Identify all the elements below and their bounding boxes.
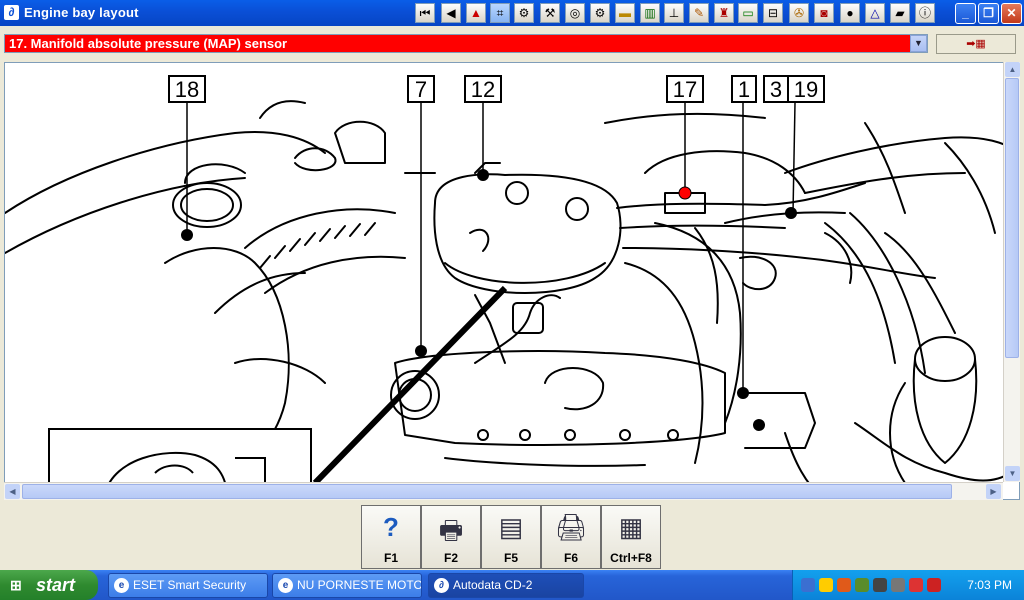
f5-document-button[interactable]: ▤ F5 (481, 505, 541, 569)
strut-line (312, 285, 508, 486)
f5-label: F5 (503, 551, 518, 565)
save-icon[interactable]: ▥ (640, 3, 660, 23)
ctrl-f8-label: Ctrl+F8 (610, 551, 652, 565)
callout-19[interactable]: 19 (794, 77, 818, 102)
task-label: Autodata CD-2 (453, 578, 533, 592)
antivirus-icon[interactable] (927, 578, 941, 592)
callout-1[interactable]: 1 (738, 77, 750, 102)
warning-icon[interactable]: ▲ (466, 3, 486, 23)
map-sensor-highlight-dot (678, 186, 692, 200)
taskbar: ⊞ start e ESET Smart Security e NU PORNE… (0, 570, 1024, 600)
callout-18[interactable]: 18 (175, 77, 199, 102)
maximize-button[interactable]: ❐ (978, 3, 999, 24)
browser-icon: e (278, 578, 293, 593)
firefox-icon[interactable] (837, 578, 851, 592)
security-alert-icon[interactable] (909, 578, 923, 592)
start-button[interactable]: ⊞ start (0, 570, 98, 600)
task-label: ESET Smart Security (133, 578, 247, 592)
callout-dot-19 (753, 419, 765, 431)
wrench-icon[interactable]: ⚒ (540, 3, 560, 23)
callout-3[interactable]: 3 (770, 77, 782, 102)
scroll-up-icon[interactable]: ▲ (1005, 62, 1020, 77)
sensor-icon[interactable]: ◙ (814, 3, 834, 23)
f1-label: F1 (383, 551, 398, 565)
tire-icon[interactable]: ● (840, 3, 860, 23)
callout-dot-12 (477, 169, 489, 181)
minimize-button[interactable]: _ (955, 3, 976, 24)
eset-icon: e (114, 578, 129, 593)
horizontal-scroll-thumb[interactable] (22, 484, 952, 499)
app-icon: ∂ (4, 5, 19, 20)
callout-dot-1 (737, 387, 749, 399)
ctrl-f8-table-button[interactable]: ▦ Ctrl+F8 (601, 505, 661, 569)
diagram-icon[interactable]: ⌗ (490, 3, 510, 23)
vertical-scroll-thumb[interactable] (1005, 78, 1019, 358)
first-page-icon[interactable]: ⏮ (415, 3, 435, 23)
print-preview-icon: 🖨 (554, 512, 588, 542)
wrench-gear-icon[interactable]: ✇ (789, 3, 809, 23)
start-label: start (36, 575, 76, 595)
disc-icon[interactable]: ◎ (565, 3, 585, 23)
autodata-icon: ∂ (434, 578, 449, 593)
f6-label: F6 (563, 551, 578, 565)
task-browser[interactable]: e NU PORNESTE MOTO... (272, 573, 422, 598)
title-bar: ∂ Engine bay layout ⏮ ◀ ▲ ⌗ ⚙ ⚒ ◎ ⚙ ▬ ▥ … (0, 0, 1024, 26)
battery-icon[interactable]: ▭ (738, 3, 758, 23)
network-icon[interactable] (801, 578, 815, 592)
close-button[interactable]: ✕ (1001, 3, 1022, 24)
app-window: ∂ Engine bay layout ⏮ ◀ ▲ ⌗ ⚙ ⚒ ◎ ⚙ ▬ ▥ … (0, 0, 1024, 600)
help-icon: ? (383, 512, 399, 542)
scroll-left-icon[interactable]: ◀ (5, 484, 20, 499)
f2-print-button[interactable]: 🖶 F2 (421, 505, 481, 569)
display-icon[interactable] (873, 578, 887, 592)
car-icon[interactable]: ⊟ (763, 3, 783, 23)
callout-17[interactable]: 17 (673, 77, 697, 102)
task-eset[interactable]: e ESET Smart Security (108, 573, 268, 598)
window-title: Engine bay layout (24, 5, 139, 20)
callout-dot-18 (181, 229, 193, 241)
eset-tray-icon[interactable] (855, 578, 869, 592)
task-label: NU PORNESTE MOTO... (297, 578, 422, 592)
engine-bay-diagram: 18 7 12 17 1 3 19 (4, 62, 1020, 500)
callout-leaders (186, 102, 796, 393)
printer-icon: 🖶 (438, 515, 464, 545)
back-icon[interactable]: ◀ (441, 3, 461, 23)
table-icon: ▦ (618, 512, 644, 542)
chevron-down-icon[interactable]: ▼ (910, 35, 927, 52)
windows-flag-icon: ⊞ (10, 577, 22, 593)
f6-print-preview-button[interactable]: 🖨 F6 (541, 505, 601, 569)
f1-help-button[interactable]: ? F1 (361, 505, 421, 569)
function-key-bar: ? F1 🖶 F2 ▤ F5 🖨 F6 ▦ Ctrl+F8 (361, 505, 661, 569)
callout-dot-7 (415, 345, 427, 357)
messenger-icon[interactable] (819, 578, 833, 592)
truck-icon[interactable]: ▰ (890, 3, 910, 23)
pencil-icon[interactable]: ✎ (689, 3, 709, 23)
scroll-down-icon[interactable]: ▼ (1005, 466, 1020, 481)
tools-icon[interactable]: ⚙ (590, 3, 610, 23)
task-autodata[interactable]: ∂ Autodata CD-2 (428, 573, 584, 598)
callout-labels: 18 7 12 17 1 3 19 (168, 75, 825, 103)
clock: 7:03 PM (967, 578, 1012, 592)
scroll-right-icon[interactable]: ▶ (986, 484, 1001, 499)
lift-icon[interactable]: ⊥ (664, 3, 684, 23)
gear-icon[interactable]: ⚙ (514, 3, 534, 23)
alert-icon[interactable]: △ (865, 3, 885, 23)
component-select[interactable]: 17. Manifold absolute pressure (MAP) sen… (4, 34, 928, 53)
callout-dot-3 (785, 207, 797, 219)
fuse-icon[interactable]: ▬ (615, 3, 635, 23)
callout-7[interactable]: 7 (415, 77, 427, 102)
info-icon[interactable]: ⓘ (915, 3, 935, 23)
callout-12[interactable]: 12 (471, 77, 495, 102)
vertical-scrollbar[interactable]: ▲ ▼ (1003, 62, 1020, 482)
document-icon: ▤ (498, 512, 524, 542)
engine-icon[interactable]: ♜ (714, 3, 734, 23)
goto-component-button[interactable]: ➡▦ (936, 34, 1016, 54)
f2-label: F2 (443, 551, 458, 565)
component-selector-bar: 17. Manifold absolute pressure (MAP) sen… (0, 28, 1024, 58)
system-tray: 7:03 PM (792, 570, 1024, 600)
volume-icon[interactable] (891, 578, 905, 592)
horizontal-scrollbar[interactable]: ◀ ▶ (4, 482, 1003, 500)
